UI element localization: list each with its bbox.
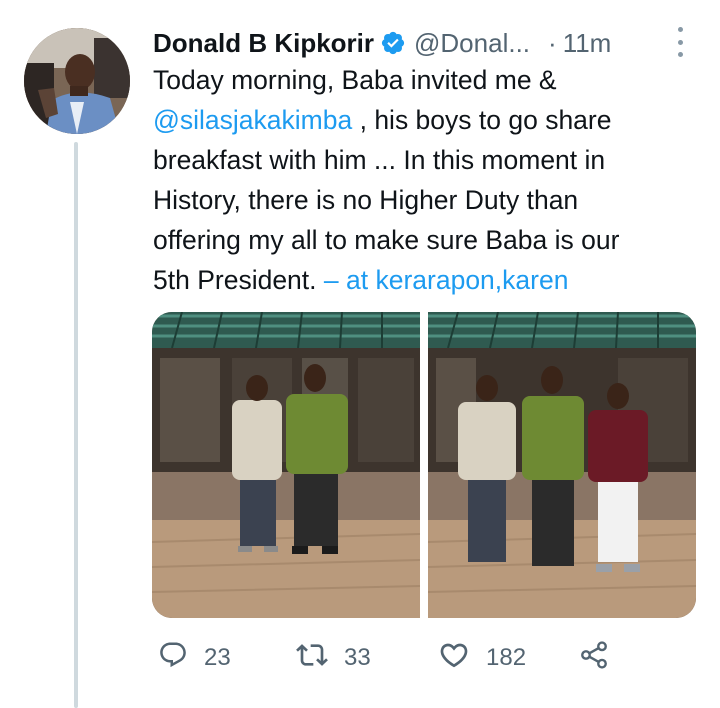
location-link[interactable]: – at kerarapon,karen <box>324 265 569 295</box>
retweet-icon <box>296 639 328 678</box>
thread-line <box>74 142 78 708</box>
more-options-icon[interactable] <box>672 27 688 57</box>
verified-badge-icon <box>380 30 406 56</box>
tweet-header: Donald B Kipkorir @Donal... · 11m <box>153 26 611 60</box>
share-button[interactable] <box>578 638 610 678</box>
action-bar: 23 33 182 <box>158 638 628 678</box>
tweet-timestamp[interactable]: 11m <box>563 28 612 59</box>
author-handle[interactable]: @Donal... <box>414 28 530 59</box>
like-button[interactable]: 182 <box>438 638 526 678</box>
tweet-text-line: Today morning, Baba invited me & <box>153 65 557 95</box>
avatar[interactable] <box>24 28 130 134</box>
tweet-text-line: History, there is no Higher Duty than <box>153 185 579 215</box>
reply-button[interactable]: 23 <box>158 638 231 678</box>
reply-icon <box>158 640 188 677</box>
avatar-photo <box>24 28 130 134</box>
tweet-text-line: offering my all to make sure Baba is our <box>153 225 620 255</box>
retweet-button[interactable]: 33 <box>296 638 371 678</box>
like-icon <box>438 639 470 678</box>
author-name[interactable]: Donald B Kipkorir <box>153 28 374 59</box>
mention-link[interactable]: @silasjakakimba <box>153 105 352 135</box>
separator-dot: · <box>548 27 557 58</box>
retweet-count: 33 <box>344 644 371 671</box>
tweet-text-line: breakfast with him ... In this moment in <box>153 145 606 175</box>
photo-2[interactable] <box>427 312 696 618</box>
photo-1[interactable] <box>152 312 421 618</box>
tweet-text: Today morning, Baba invited me & @silasj… <box>153 60 693 300</box>
share-icon <box>578 639 610 678</box>
reply-count: 23 <box>204 644 231 671</box>
media-gallery <box>152 312 696 618</box>
tweet-text-line: @silasjakakimba , his boys to go share <box>153 100 693 140</box>
tweet-text-line: 5th President. – at kerarapon,karen <box>153 260 693 300</box>
tweet-text-segment: 5th President. <box>153 265 317 295</box>
like-count: 182 <box>486 644 527 671</box>
tweet-text-segment: , his boys to go share <box>359 105 612 135</box>
